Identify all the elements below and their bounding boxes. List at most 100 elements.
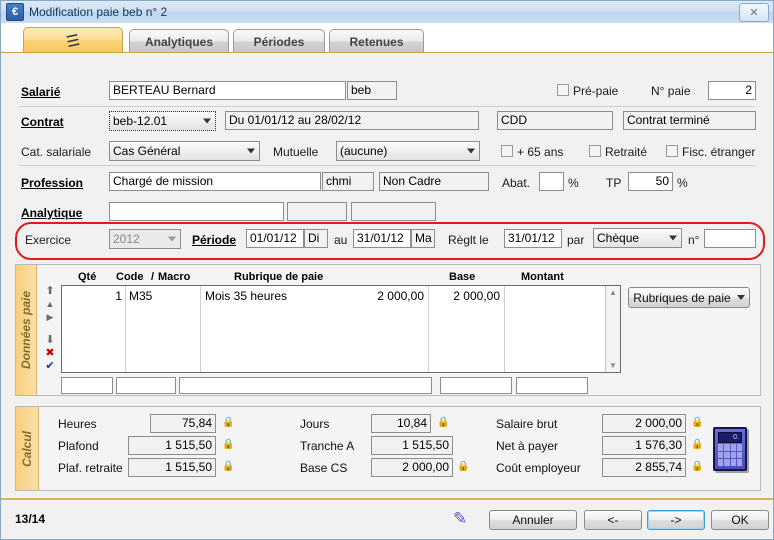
periode-debut-input[interactable]: 01/01/12 — [246, 229, 304, 248]
jours-value[interactable]: 10,84 — [371, 414, 431, 433]
edit-rubrique-input[interactable] — [179, 377, 432, 394]
donnees-paie-tab: Données paie — [16, 265, 37, 395]
periode-fin-jour: Ma — [411, 229, 435, 248]
previous-button[interactable]: <- — [584, 510, 642, 530]
footer-bar: 13/14 ✎ Annuler <- -> OK — [1, 501, 773, 539]
calcul-tab-label: Calcul — [20, 430, 35, 467]
nopaie-input[interactable]: 2 — [708, 81, 756, 100]
analytique-input-2[interactable] — [287, 202, 347, 221]
cell-montant: 2 000,00 — [453, 289, 500, 303]
numero-input[interactable] — [704, 229, 756, 248]
title-bar: € Modification paie beb n° 2 ✕ — [1, 1, 773, 24]
tp-input[interactable]: 50 — [628, 172, 673, 191]
chevron-down-icon — [203, 118, 211, 124]
plafond-value[interactable]: 1 515,50 — [128, 436, 216, 455]
ok-button[interactable]: OK — [711, 510, 769, 530]
rubriques-de-paie-button[interactable]: Rubriques de paie — [628, 287, 750, 308]
exercice-combo[interactable]: 2012 — [109, 229, 181, 249]
retraite-label: Retraité — [605, 145, 648, 159]
plaf-retraite-label: Plaf. retraite — [58, 461, 123, 475]
salaire-brut-label: Salaire brut — [496, 417, 558, 431]
mutuelle-value: (aucune) — [340, 144, 388, 158]
retraite-checkbox[interactable] — [589, 145, 601, 157]
contrat-combo[interactable]: beb-12.01 — [109, 111, 216, 131]
validate-row-icon[interactable]: ✔ — [45, 360, 54, 373]
profession-code-input[interactable]: chmi — [322, 172, 374, 191]
reglt-mode-combo[interactable]: Chèque — [593, 228, 682, 248]
move-top-icon[interactable]: ⬆ — [45, 285, 54, 298]
fisc-etranger-checkbox[interactable] — [666, 145, 678, 157]
prepaie-checkbox[interactable] — [557, 84, 569, 96]
cat-salariale-combo[interactable]: Cas Général — [109, 141, 260, 161]
scroll-up-icon[interactable]: ▲ — [609, 288, 617, 297]
profession-cadre-input[interactable]: Non Cadre — [379, 172, 489, 191]
cat-salariale-label: Cat. salariale — [21, 145, 92, 159]
edit-base-input[interactable] — [440, 377, 512, 394]
col-header-base: Base — [449, 271, 476, 283]
cout-employeur-value[interactable]: 2 855,74 — [602, 458, 686, 477]
delete-row-icon[interactable]: ✖ — [45, 347, 54, 360]
tranche-a-value[interactable]: 1 515,50 — [371, 436, 453, 455]
contrat-statut-input[interactable]: Contrat terminé — [623, 111, 756, 130]
analytique-input-3[interactable] — [351, 202, 436, 221]
calcul-panel: Calcul Heures 75,84 🔒 Plafond 1 515,50 🔒… — [15, 406, 761, 491]
plus65-checkbox[interactable] — [501, 145, 513, 157]
nopaie-label: N° paie — [651, 84, 691, 98]
heures-label: Heures — [58, 417, 97, 431]
move-right-icon[interactable]: ▶ — [47, 311, 54, 324]
contrat-periode-input[interactable]: Du 01/01/12 au 28/02/12 — [225, 111, 479, 130]
par-label: par — [567, 233, 585, 247]
cell-code: M35 — [129, 289, 153, 303]
edit-code-input[interactable] — [116, 377, 176, 394]
calculator-icon[interactable]: 0. — [713, 427, 747, 471]
mutuelle-label: Mutuelle — [273, 145, 319, 159]
salaire-brut-value[interactable]: 2 000,00 — [602, 414, 686, 433]
col-header-montant: Montant — [521, 271, 564, 283]
tab-periodes[interactable]: Périodes — [233, 29, 325, 53]
tab-analytiques[interactable]: Analytiques — [129, 29, 229, 53]
scroll-down-icon[interactable]: ▼ — [609, 361, 617, 370]
move-down-icon[interactable]: ⬇ — [45, 334, 54, 347]
plaf-retraite-value[interactable]: 1 515,50 — [128, 458, 216, 477]
jours-label: Jours — [300, 417, 330, 431]
tab-retenues[interactable]: Retenues — [329, 29, 424, 53]
analytique-input-1[interactable] — [109, 202, 284, 221]
next-button[interactable]: -> — [647, 510, 705, 530]
exercice-value: 2012 — [113, 232, 140, 246]
lock-icon: 🔒 — [457, 461, 470, 472]
tab-paie[interactable]: ☰ — [23, 27, 123, 53]
abattement-input[interactable] — [539, 172, 564, 191]
contrat-type-input[interactable]: CDD — [497, 111, 613, 130]
chevron-down-icon — [467, 148, 475, 154]
base-cs-value[interactable]: 2 000,00 — [371, 458, 453, 477]
salarie-input[interactable]: BERTEAU Bernard — [109, 81, 346, 100]
tranche-a-label: Tranche A — [300, 439, 355, 453]
pencil-icon[interactable]: ✎ — [453, 509, 467, 529]
move-up-icon[interactable]: ▲ — [46, 298, 55, 311]
chevron-down-icon — [669, 235, 677, 241]
rubriques-de-paie-label: Rubriques de paie — [633, 290, 731, 305]
payline-grid[interactable]: 1 M35 Mois 35 heures 2 000,00 2 000,00 ▲… — [61, 285, 621, 373]
mutuelle-combo[interactable]: (aucune) — [336, 141, 480, 161]
edit-qte-input[interactable] — [61, 377, 113, 394]
cancel-button[interactable]: Annuler — [489, 510, 577, 530]
periode-fin-input[interactable]: 31/01/12 — [353, 229, 411, 248]
edit-montant-input[interactable] — [516, 377, 588, 394]
donnees-paie-panel: Données paie Qté Code / Macro Rubrique d… — [15, 264, 761, 396]
grid-scrollbar[interactable]: ▲ ▼ — [605, 286, 620, 372]
close-icon[interactable]: ✕ — [739, 2, 769, 22]
reglt-date-input[interactable]: 31/01/12 — [504, 229, 562, 248]
calculator-keys — [718, 444, 742, 466]
profession-label: Profession — [21, 176, 84, 190]
chevron-down-icon — [247, 148, 255, 154]
contrat-combo-value: beb-12.01 — [113, 114, 168, 128]
lock-icon: 🔒 — [437, 417, 450, 428]
abattement-label: Abat. — [502, 176, 531, 190]
contrat-label: Contrat — [21, 115, 64, 129]
abattement-unit: % — [568, 176, 579, 190]
donnees-paie-tab-label: Données paie — [19, 290, 33, 370]
salarie-code-input[interactable]: beb — [347, 81, 397, 100]
heures-value[interactable]: 75,84 — [150, 414, 216, 433]
net-a-payer-value[interactable]: 1 576,30 — [602, 436, 686, 455]
profession-input[interactable]: Chargé de mission — [109, 172, 321, 191]
